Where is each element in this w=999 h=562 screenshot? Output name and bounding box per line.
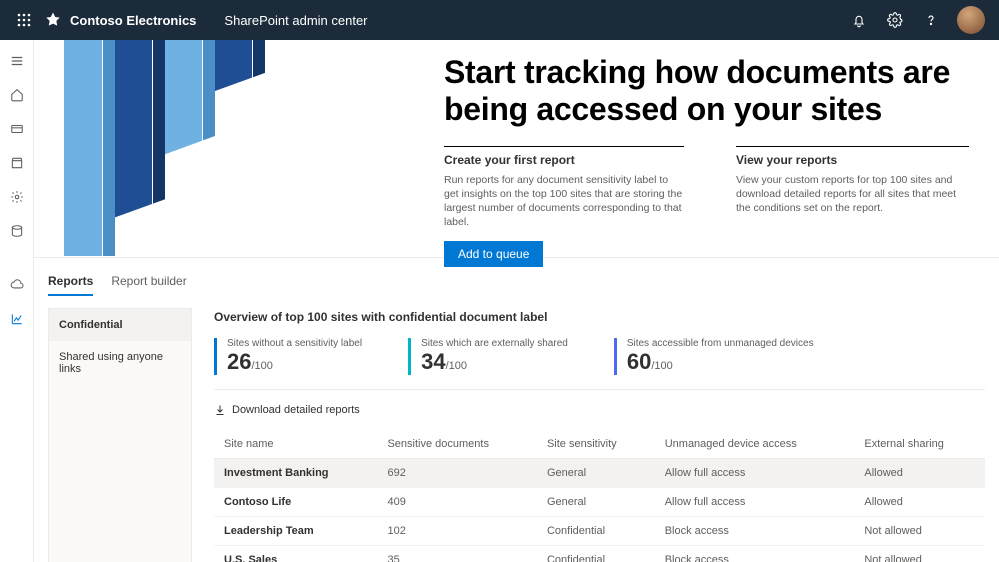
card-icon — [10, 122, 24, 136]
cell-dev: Block access — [655, 546, 855, 562]
settings-button[interactable] — [879, 4, 911, 36]
nav-reports[interactable] — [0, 304, 34, 334]
table-row[interactable]: U.S. Sales 35 Confidential Block access … — [214, 546, 985, 562]
cell-ext: Allowed — [854, 488, 985, 517]
col-external-sharing[interactable]: External sharing — [854, 430, 985, 459]
database-icon — [10, 224, 24, 238]
cell-ext: Allowed — [854, 459, 985, 488]
gear-icon — [887, 12, 903, 28]
chart-icon — [10, 312, 24, 326]
metrics-row: Sites without a sensitivity label 26/100… — [214, 338, 985, 390]
hero-illustration — [34, 40, 424, 256]
main-content: Start tracking how documents are being a… — [34, 40, 999, 562]
cell-dev: Allow full access — [655, 459, 855, 488]
table-header-row: Site name Sensitive documents Site sensi… — [214, 430, 985, 459]
cell-ext: Not allowed — [854, 517, 985, 546]
cell-ext: Not allowed — [854, 546, 985, 562]
nav-content[interactable] — [0, 216, 34, 246]
hero-view-reports: View your reports View your custom repor… — [736, 146, 969, 268]
cell-dev: Block access — [655, 517, 855, 546]
metric-value: 34 — [421, 349, 445, 374]
cell-docs: 35 — [377, 546, 537, 562]
cell-sens: Confidential — [537, 546, 655, 562]
hamburger-icon — [10, 54, 24, 68]
metric-value: 60 — [627, 349, 651, 374]
app-launcher[interactable] — [8, 13, 40, 27]
notifications-button[interactable] — [843, 4, 875, 36]
nav-home[interactable] — [0, 80, 34, 110]
hero-col1-heading: Create your first report — [444, 146, 684, 167]
download-reports-link[interactable]: Download detailed reports — [214, 404, 985, 416]
col-device-access[interactable]: Unmanaged device access — [655, 430, 855, 459]
cell-sens: General — [537, 488, 655, 517]
tab-reports[interactable]: Reports — [48, 274, 93, 296]
metric-label: Sites accessible from unmanaged devices — [627, 338, 814, 349]
cell-name: U.S. Sales — [214, 546, 377, 562]
shop-icon — [10, 156, 24, 170]
cell-docs: 102 — [377, 517, 537, 546]
tab-report-builder[interactable]: Report builder — [111, 274, 186, 296]
metric-value: 26 — [227, 349, 251, 374]
metric-label: Sites which are externally shared — [421, 338, 568, 349]
metric-no-label: Sites without a sensitivity label 26/100 — [214, 338, 362, 375]
nav-toggle[interactable] — [0, 46, 34, 76]
hero-col1-body: Run reports for any document sensitivity… — [444, 173, 684, 230]
bell-icon — [851, 12, 867, 28]
metric-external: Sites which are externally shared 34/100 — [408, 338, 568, 375]
tenant-name: Contoso Electronics — [44, 11, 196, 29]
add-to-queue-button[interactable]: Add to queue — [444, 241, 543, 267]
nav-migration[interactable] — [0, 270, 34, 300]
table-row[interactable]: Leadership Team 102 Confidential Block a… — [214, 517, 985, 546]
col-site-sensitivity[interactable]: Site sensitivity — [537, 430, 655, 459]
metric-of: /100 — [446, 360, 467, 372]
cell-name: Leadership Team — [214, 517, 377, 546]
report-item-confidential[interactable]: Confidential — [49, 309, 191, 341]
nav-settings[interactable] — [0, 182, 34, 212]
table-row[interactable]: Contoso Life 409 General Allow full acce… — [214, 488, 985, 517]
report-list: Confidential Shared using anyone links — [48, 308, 192, 562]
col-sensitive-docs[interactable]: Sensitive documents — [377, 430, 537, 459]
user-avatar[interactable] — [957, 6, 985, 34]
cell-name: Investment Banking — [214, 459, 377, 488]
cell-docs: 409 — [377, 488, 537, 517]
cell-dev: Allow full access — [655, 488, 855, 517]
download-label: Download detailed reports — [232, 404, 360, 416]
cell-name: Contoso Life — [214, 488, 377, 517]
suite-header: Contoso Electronics SharePoint admin cen… — [0, 0, 999, 40]
metric-label: Sites without a sensitivity label — [227, 338, 362, 349]
cell-sens: Confidential — [537, 517, 655, 546]
col-site-name[interactable]: Site name — [214, 430, 377, 459]
tenant-logo-icon — [44, 11, 62, 29]
cloud-icon — [10, 278, 24, 292]
cell-sens: General — [537, 459, 655, 488]
metric-of: /100 — [251, 360, 272, 372]
nav-rail — [0, 40, 34, 562]
metric-of: /100 — [651, 360, 672, 372]
sites-table: Site name Sensitive documents Site sensi… — [214, 430, 985, 562]
metric-unmanaged: Sites accessible from unmanaged devices … — [614, 338, 814, 375]
hero-banner: Start tracking how documents are being a… — [34, 40, 999, 258]
nav-policies[interactable] — [0, 148, 34, 178]
admin-center-title: SharePoint admin center — [224, 13, 367, 28]
report-detail: Overview of top 100 sites with confident… — [192, 308, 985, 562]
hero-create-report: Create your first report Run reports for… — [444, 146, 684, 268]
hero-col2-heading: View your reports — [736, 146, 969, 167]
cell-docs: 692 — [377, 459, 537, 488]
report-item-anyone-links[interactable]: Shared using anyone links — [49, 341, 191, 385]
hero-col2-body: View your custom reports for top 100 sit… — [736, 173, 969, 216]
report-title: Overview of top 100 sites with confident… — [214, 310, 985, 324]
help-icon — [923, 12, 939, 28]
download-icon — [214, 404, 226, 416]
gear-outline-icon — [10, 190, 24, 204]
org-name: Contoso Electronics — [70, 13, 196, 28]
help-button[interactable] — [915, 4, 947, 36]
hero-title: Start tracking how documents are being a… — [444, 54, 969, 128]
home-icon — [10, 88, 24, 102]
table-row[interactable]: Investment Banking 692 General Allow ful… — [214, 459, 985, 488]
nav-sites[interactable] — [0, 114, 34, 144]
